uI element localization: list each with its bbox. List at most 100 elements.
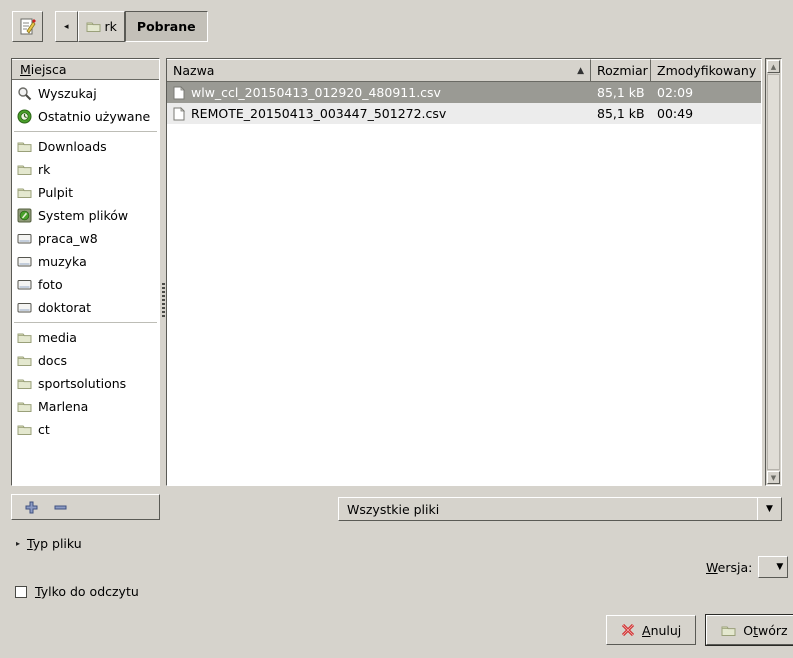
sidebar-item-label: Ostatnio używane [38,109,151,124]
folder-icon [17,423,32,436]
sidebar-item-label: Downloads [38,139,107,154]
sidebar-item-label: ct [38,422,50,437]
readonly-label: Tylko do odczytu [35,584,139,599]
file-list-panel: Nazwa ▲ Rozmiar Zmodyfikowany wlw_ccl_20… [166,58,762,486]
table-row[interactable]: REMOTE_20150413_003447_501272.csv 85,1 k… [167,103,761,124]
column-header-label: Rozmiar [597,63,648,78]
column-header-label: Nazwa [173,63,215,78]
document-pencil-icon [18,17,37,36]
sidebar-item-label: Marlena [38,399,89,414]
drive-icon [17,232,32,245]
file-name-cell: wlw_ccl_20150413_012920_480911.csv [167,85,591,100]
folder-icon [17,186,32,199]
readonly-checkbox[interactable] [15,585,27,598]
bookmark-toolbar [11,494,160,520]
recent-icon [17,109,32,124]
harddisk-icon [17,208,32,223]
sidebar-item-label: Wyszukaj [38,86,97,101]
sidebar-item-label: muzyka [38,254,87,269]
chevron-down-icon: ▼ [770,473,777,482]
file-filter-dropdown[interactable]: Wszystkie pliki ▼ [338,497,782,521]
drive-icon [17,301,32,314]
folder-icon [86,20,101,33]
sidebar-item-marlena[interactable]: Marlena [12,395,159,418]
file-name-label: REMOTE_20150413_003447_501272.csv [191,106,447,121]
search-icon [17,86,32,101]
column-header-nazwa[interactable]: Nazwa ▲ [167,59,591,82]
sidebar-item-label: foto [38,277,63,292]
file-name-label: wlw_ccl_20150413_012920_480911.csv [191,85,441,100]
chevron-down-icon: ▼ [757,498,781,520]
sidebar-item-system-plikow[interactable]: System plików [12,204,159,227]
sort-ascending-icon: ▲ [577,65,584,76]
cancel-button[interactable]: Anuluj [606,615,697,645]
column-header-rozmiar[interactable]: Rozmiar [591,59,651,82]
triangle-right-icon: ▸ [16,539,21,548]
file-filter-value: Wszystkie pliki [347,501,440,517]
folder-icon [17,400,32,413]
scroll-down-button[interactable]: ▼ [767,471,780,484]
sidebar-item-label: media [38,330,77,345]
open-button-label: Otwórz [743,622,788,638]
sidebar-item-ct[interactable]: ct [12,418,159,441]
sidebar-item-label: Pulpit [38,185,74,200]
scroll-up-button[interactable]: ▲ [767,60,780,73]
places-header-mnemonic: M [20,62,31,77]
sidebar-item-label: System plików [38,208,129,223]
scrollbar-trough[interactable] [767,74,780,470]
toolbar: ◂ rk Pobrane [0,0,793,52]
table-row[interactable]: wlw_ccl_20150413_012920_480911.csv 85,1 … [167,82,761,103]
add-bookmark-button[interactable] [24,500,39,515]
sidebar-item-pulpit[interactable]: Pulpit [12,181,159,204]
breadcrumb-back-button[interactable]: ◂ [55,11,78,42]
sidebar-item-foto[interactable]: foto [12,273,159,296]
breadcrumb-item-label: rk [104,19,117,34]
version-label: Wersja: [706,559,753,575]
folder-icon [17,140,32,153]
sidebar-item-docs[interactable]: docs [12,349,159,372]
sidebar-separator [14,322,157,323]
file-icon [173,106,185,121]
sidebar-item-media[interactable]: media [12,326,159,349]
sidebar-item-muzyka[interactable]: muzyka [12,250,159,273]
sidebar-item-praca_w8[interactable]: praca_w8 [12,227,159,250]
sidebar-item-sportsolutions[interactable]: sportsolutions [12,372,159,395]
sidebar-item-ostatnio-uzywane[interactable]: Ostatnio używane [12,105,159,128]
dialog-action-buttons: Anuluj Otwórz [606,614,793,646]
readonly-checkbox-group[interactable]: Tylko do odczytu [15,584,139,599]
sidebar-item-rk[interactable]: rk [12,158,159,181]
edit-path-button[interactable] [12,11,43,42]
sidebar-item-label: praca_w8 [38,231,98,246]
file-list-scrollbar[interactable]: ▲ ▼ [765,58,782,486]
splitter-grip [162,283,165,317]
breadcrumb-item-rk[interactable]: rk [77,11,125,42]
sidebar-item-wyszukaj[interactable]: Wyszukaj [12,82,159,105]
red-x-icon [621,623,635,637]
remove-bookmark-button[interactable] [53,500,68,515]
folder-icon [17,331,32,344]
file-list-body: wlw_ccl_20150413_012920_480911.csv 85,1 … [167,82,761,124]
breadcrumb-item-pobrane[interactable]: Pobrane [124,11,208,42]
sidebar-item-label: doktorat [38,300,92,315]
sidebar-item-downloads[interactable]: Downloads [12,135,159,158]
filetype-expander[interactable]: ▸ Typ pliku [16,536,82,551]
chevron-down-icon: ▼ [776,562,784,572]
places-header: Miejsca [12,59,159,80]
column-header-zmodyfikowany[interactable]: Zmodyfikowany [651,59,761,82]
version-group: Wersja: ▼ [706,556,789,578]
file-name-cell: REMOTE_20150413_003447_501272.csv [167,106,591,121]
sidebar-item-label: rk [38,162,51,177]
file-modified-cell: 02:09 [657,85,694,100]
open-button[interactable]: Otwórz [705,614,793,646]
sidebar-item-doktorat[interactable]: doktorat [12,296,159,319]
breadcrumb-item-label: Pobrane [136,19,196,34]
breadcrumb: ◂ rk Pobrane [55,11,208,42]
file-icon [173,85,185,100]
folder-icon [721,624,736,637]
sidebar-item-label: docs [38,353,67,368]
sidebar-separator [14,131,157,132]
places-header-label: iejsca [30,62,67,77]
version-dropdown[interactable]: ▼ [758,556,789,578]
folder-icon [17,377,32,390]
places-panel: Miejsca Wyszukaj Ostatnio używane Downlo… [11,58,160,486]
